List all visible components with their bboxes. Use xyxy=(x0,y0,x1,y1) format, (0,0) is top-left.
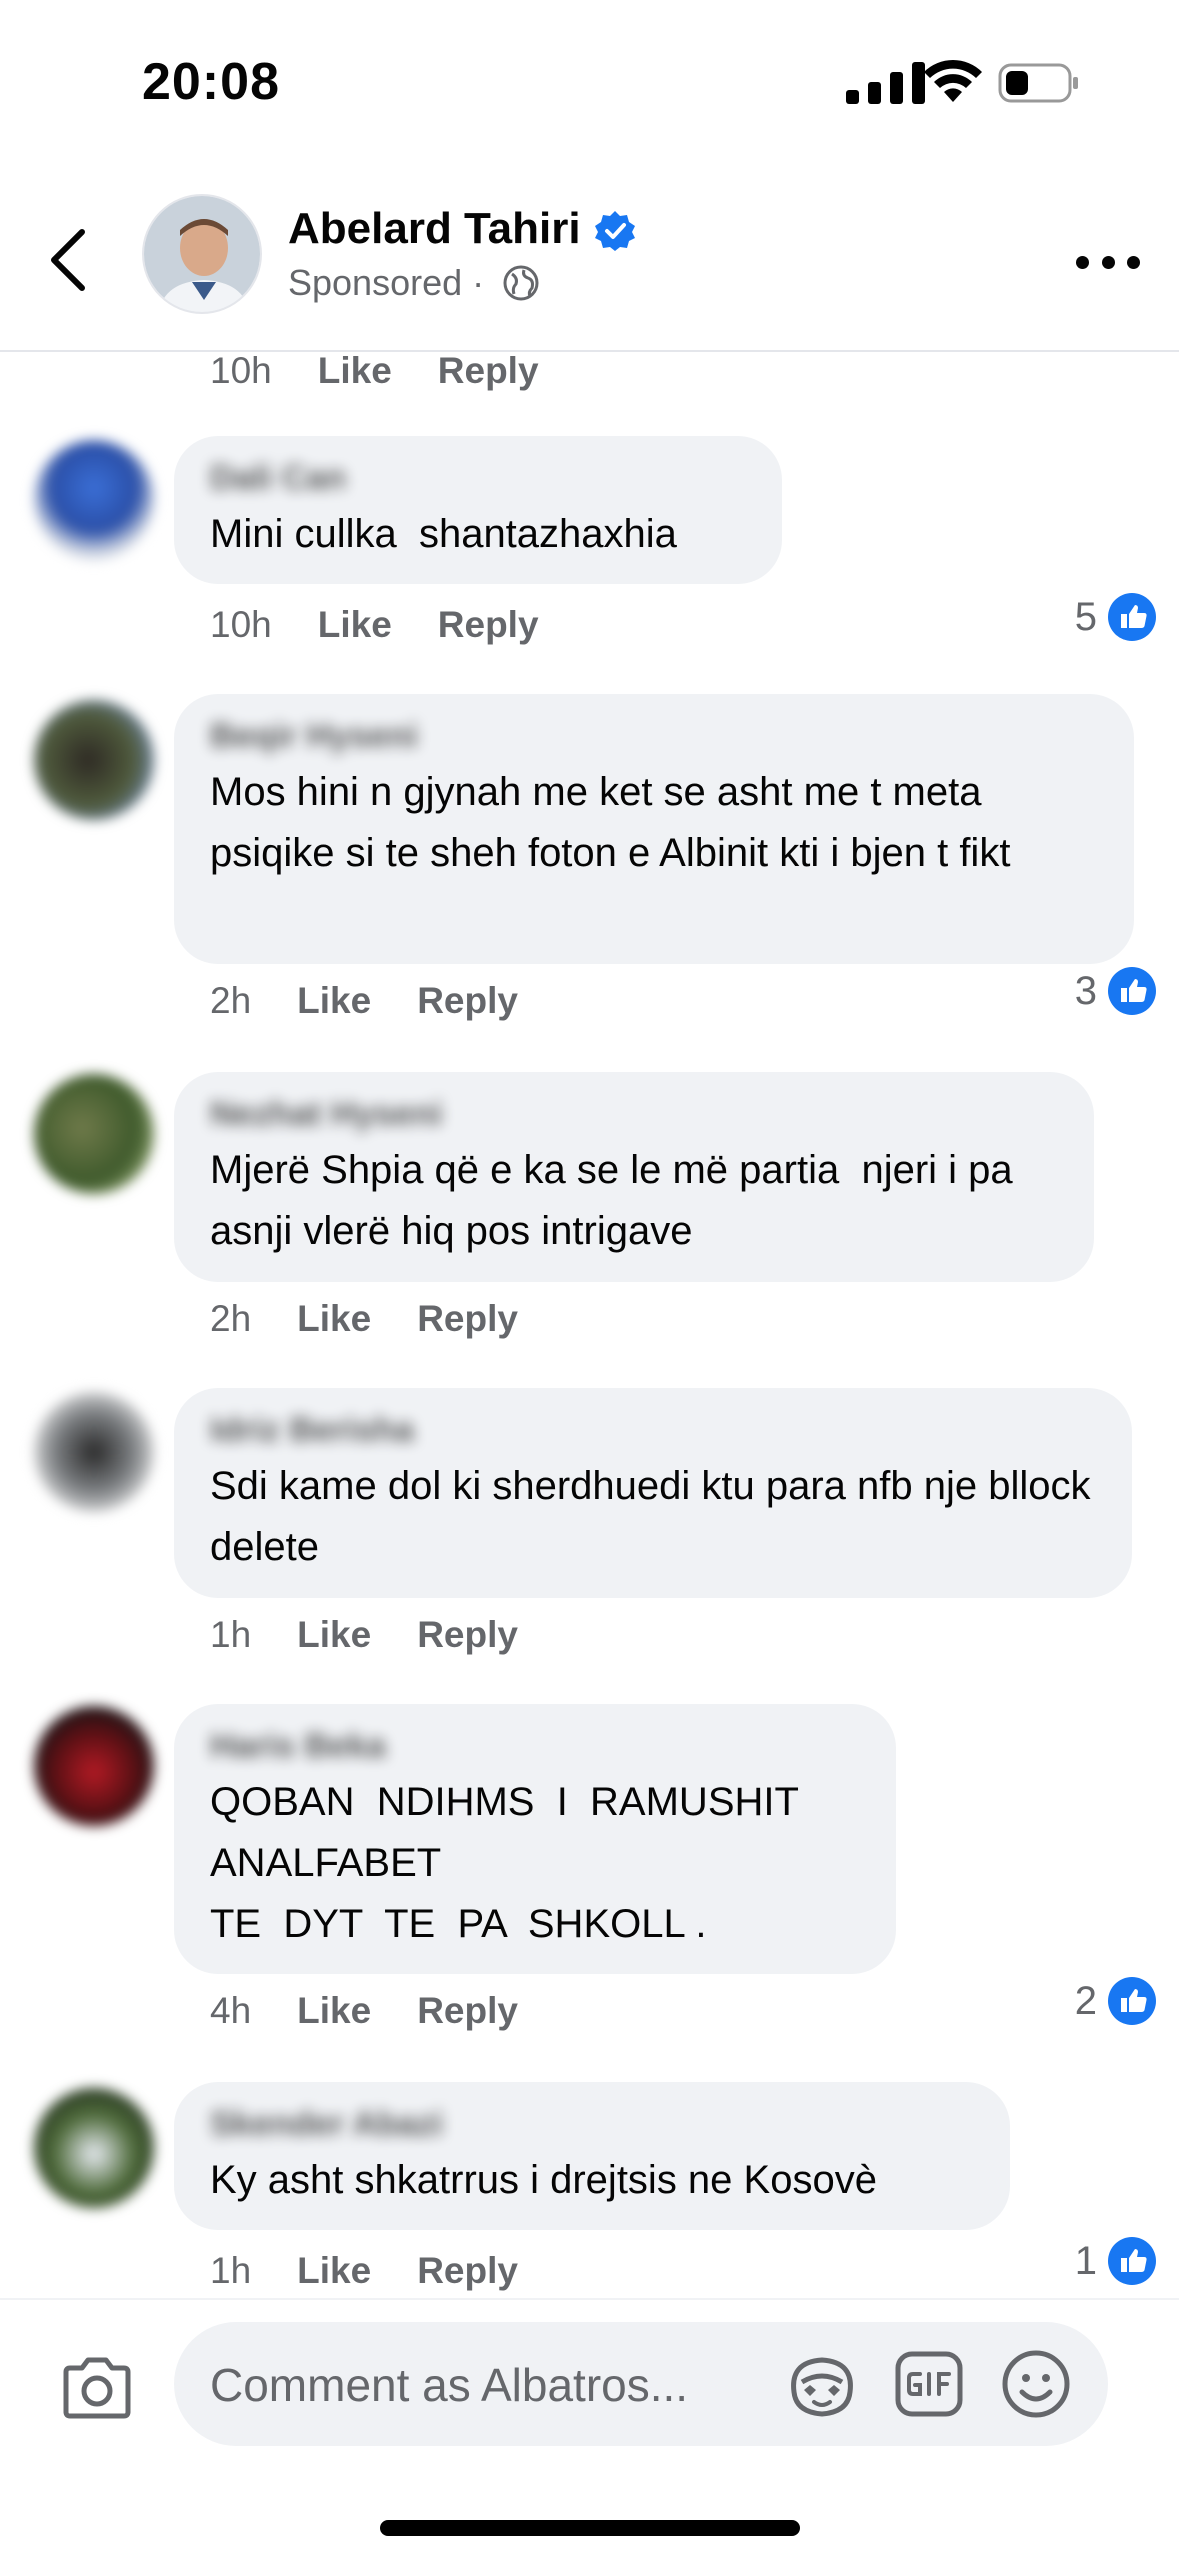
gif-icon[interactable] xyxy=(894,2350,964,2418)
like-action[interactable]: Like xyxy=(297,1990,371,2032)
like-action[interactable]: Like xyxy=(318,604,392,646)
comment-text: Mos hini n gjynah me ket se asht me t me… xyxy=(210,770,1011,875)
reply-action[interactable]: Reply xyxy=(417,1298,518,1340)
commenter-avatar[interactable] xyxy=(34,1392,154,1512)
commenter-avatar[interactable] xyxy=(34,440,154,560)
like-action[interactable]: Like xyxy=(297,1298,371,1340)
comment-meta-row: 2h Like Reply xyxy=(210,1298,518,1340)
sponsored-line: Sponsored · xyxy=(288,262,540,304)
globe-icon xyxy=(503,265,539,301)
commenter-avatar[interactable] xyxy=(34,1074,154,1194)
more-dot xyxy=(1127,255,1140,269)
home-indicator[interactable] xyxy=(380,2520,800,2536)
separator-dot: · xyxy=(472,262,485,303)
reaction-number: 3 xyxy=(1074,968,1097,1013)
comment-time: 4h xyxy=(210,1990,252,2031)
commenter-avatar[interactable] xyxy=(34,1706,154,1826)
status-time: 20:08 xyxy=(142,53,280,111)
camera-icon[interactable] xyxy=(60,2356,134,2420)
comment-placeholder: Comment as Albatros... xyxy=(210,2359,689,2411)
comment-time: 1h xyxy=(210,2250,252,2291)
reaction-number: 1 xyxy=(1074,2238,1097,2283)
reaction-number: 5 xyxy=(1074,594,1097,639)
comment-meta-row: 1h Like Reply xyxy=(210,1614,518,1656)
like-reaction-icon xyxy=(1108,967,1156,1015)
comment-bubble[interactable]: Skender Abazi Ky asht shkatrrus i drejts… xyxy=(174,2082,1010,2230)
reply-action[interactable]: Reply xyxy=(417,1990,518,2032)
post-header: Abelard Tahiri Sponsored · xyxy=(0,170,1179,352)
comment-time: 10h xyxy=(210,604,272,645)
comment-time: 2h xyxy=(210,980,252,1021)
comment-author[interactable]: Haris Beka xyxy=(210,1726,860,1766)
comment-text: QOBAN NDIHMS I RAMUSHIT ANALFABET TE DYT… xyxy=(210,1780,799,1946)
more-options-button[interactable] xyxy=(1076,242,1140,282)
wifi-icon xyxy=(924,59,982,102)
comment-composer: Comment as Albatros... xyxy=(0,2298,1179,2458)
avatar-sticker-icon[interactable] xyxy=(786,2352,858,2418)
page-avatar[interactable] xyxy=(142,194,262,314)
comment-text: Ky asht shkatrrus i drejtsis ne Kosovè xyxy=(210,2158,877,2202)
comment-time: 10h xyxy=(210,352,272,391)
reply-action[interactable]: Reply xyxy=(417,1614,518,1656)
comment-bubble[interactable]: Dali Can Mini cullka shantazhaxhia xyxy=(174,436,782,584)
like-action[interactable]: Like xyxy=(297,980,371,1022)
comment-bubble[interactable]: Beqir Hyseni Mos hini n gjynah me ket se… xyxy=(174,694,1134,964)
commenter-avatar[interactable] xyxy=(34,2088,154,2208)
reply-action[interactable]: Reply xyxy=(417,980,518,1022)
commenter-avatar[interactable] xyxy=(34,700,154,820)
reaction-count[interactable]: 2 xyxy=(1075,1976,1157,2026)
comment-author[interactable]: Nezhat Hyseni xyxy=(210,1094,1058,1134)
like-reaction-icon xyxy=(1108,2237,1156,2285)
reaction-count[interactable]: 3 xyxy=(1075,966,1157,1016)
back-button[interactable] xyxy=(40,220,96,300)
comment-time: 1h xyxy=(210,1614,252,1655)
comment-bubble[interactable]: Nezhat Hyseni Mjerë Shpia që e ka se le … xyxy=(174,1072,1094,1282)
comment-author[interactable]: Dali Can xyxy=(210,458,746,498)
more-dot xyxy=(1101,255,1115,269)
reaction-number: 2 xyxy=(1074,1978,1097,2023)
sponsored-label: Sponsored xyxy=(288,262,463,303)
comment-author[interactable]: Idriz Berisha xyxy=(210,1410,1096,1450)
chevron-left-icon xyxy=(51,229,85,291)
comment-text: Mjerë Shpia që e ka se le më partia njer… xyxy=(210,1148,1024,1253)
cellular-signal-icon xyxy=(846,62,925,104)
comment-text: Sdi kame dol ki sherdhuedi ktu para nfb … xyxy=(210,1464,1102,1569)
like-action[interactable]: Like xyxy=(297,2250,371,2292)
comment-meta-row: 2h Like Reply xyxy=(210,980,518,1022)
comment-meta-row: 10h Like Reply xyxy=(210,352,539,392)
like-action[interactable]: Like xyxy=(318,352,392,392)
more-dot xyxy=(1076,255,1089,269)
like-reaction-icon xyxy=(1108,593,1156,641)
emoji-icon[interactable] xyxy=(1000,2348,1072,2420)
reply-action[interactable]: Reply xyxy=(438,604,539,646)
reply-action[interactable]: Reply xyxy=(438,352,539,392)
comment-bubble[interactable]: Haris Beka QOBAN NDIHMS I RAMUSHIT ANALF… xyxy=(174,1704,896,1974)
comment-input[interactable]: Comment as Albatros... xyxy=(174,2322,1108,2446)
like-action[interactable]: Like xyxy=(297,1614,371,1656)
comment-author[interactable]: Skender Abazi xyxy=(210,2104,974,2144)
reaction-count[interactable]: 5 xyxy=(1075,592,1157,642)
comment-time: 2h xyxy=(210,1298,252,1339)
reply-action[interactable]: Reply xyxy=(417,2250,518,2292)
comment-meta-row: 1h Like Reply xyxy=(210,2250,518,2292)
status-bar: 20:08 xyxy=(0,0,1179,170)
page-name[interactable]: Abelard Tahiri xyxy=(288,204,581,254)
comments-list[interactable]: 10h Like Reply Dali Can Mini cullka shan… xyxy=(0,352,1179,2298)
comment-text: Mini cullka shantazhaxhia xyxy=(210,512,677,556)
comment-author[interactable]: Beqir Hyseni xyxy=(210,716,1098,756)
like-reaction-icon xyxy=(1108,1977,1156,2025)
battery-icon xyxy=(998,63,1078,103)
reaction-count[interactable]: 1 xyxy=(1075,2236,1157,2286)
comment-meta-row: 4h Like Reply xyxy=(210,1990,518,2032)
comment-meta-row: 10h Like Reply xyxy=(210,604,539,646)
comment-bubble[interactable]: Idriz Berisha Sdi kame dol ki sherdhuedi… xyxy=(174,1388,1132,1598)
verified-badge-icon xyxy=(595,211,635,251)
